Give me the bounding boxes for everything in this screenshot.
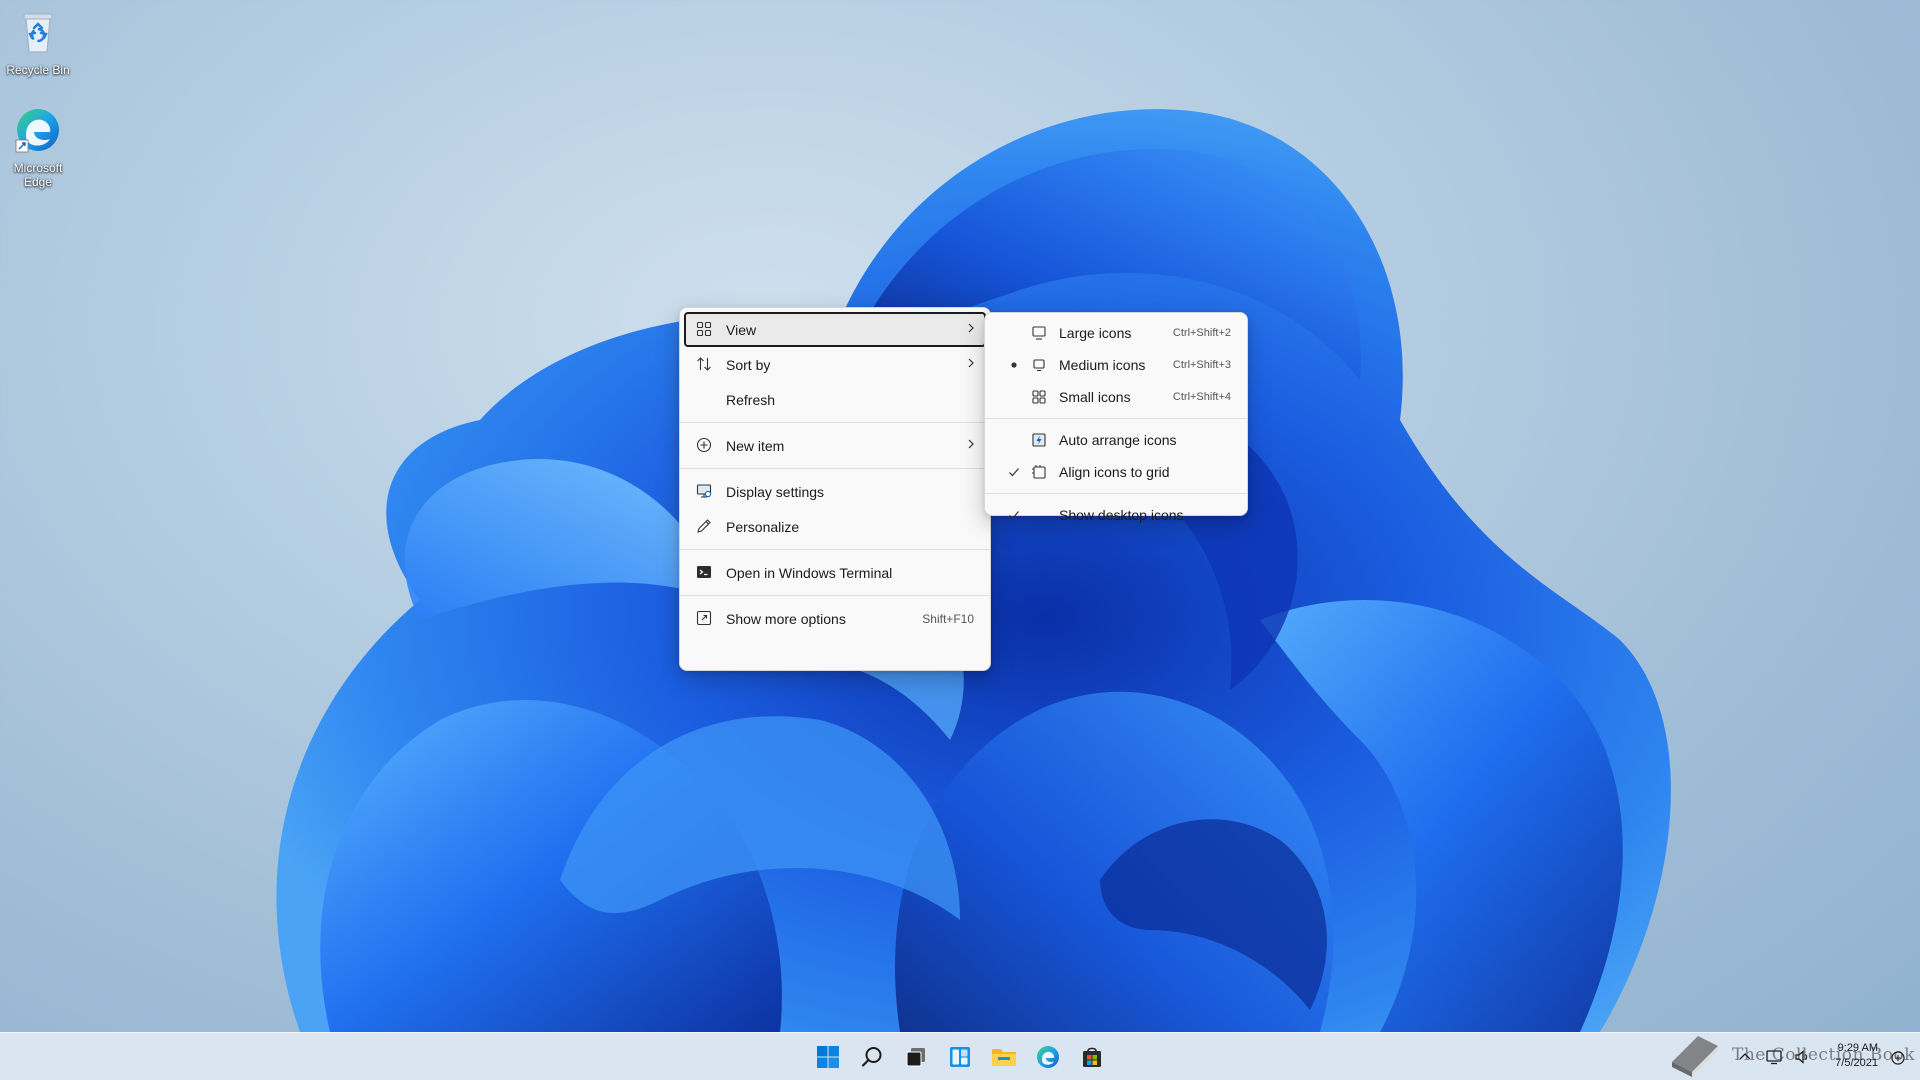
book-icon xyxy=(1672,1036,1718,1077)
task-view-button[interactable] xyxy=(898,1041,934,1073)
selected-dot-icon xyxy=(1011,362,1017,368)
checkmark-icon xyxy=(1009,511,1019,520)
align-grid-icon xyxy=(1032,465,1046,479)
menu-item-new-item[interactable]: New item xyxy=(684,428,986,463)
submenu-item-label: Small icons xyxy=(1059,389,1131,405)
menu-item-label: Display settings xyxy=(726,483,825,500)
file-explorer-button[interactable] xyxy=(986,1041,1022,1073)
view-grid-icon xyxy=(696,321,712,337)
desktop-icon-microsoft-edge[interactable]: Microsoft Edge xyxy=(0,106,76,189)
submenu-item-label: Large icons xyxy=(1059,325,1132,341)
menu-item-refresh[interactable]: Refresh xyxy=(684,382,986,417)
menu-item-shortcut: Shift+F10 xyxy=(922,611,974,626)
terminal-icon xyxy=(697,566,711,578)
submenu-item-large-icons[interactable]: Large icons Ctrl+Shift+2 xyxy=(989,317,1243,349)
menu-item-label: Personalize xyxy=(726,518,800,535)
start-button[interactable] xyxy=(810,1041,846,1073)
chevron-right-icon xyxy=(968,358,974,368)
desktop-icon-label: Microsoft Edge xyxy=(13,161,63,189)
menu-item-view[interactable]: View xyxy=(684,312,986,347)
submenu-item-shortcut: Ctrl+Shift+3 xyxy=(1172,359,1231,371)
submenu-separator xyxy=(985,418,1247,419)
monitor-icon xyxy=(1033,359,1045,372)
watermark-text: The Collection Book xyxy=(1732,1045,1916,1065)
chevron-right-icon xyxy=(968,323,974,333)
file-explorer-icon xyxy=(992,1049,1016,1066)
submenu-item-shortcut: Ctrl+Shift+4 xyxy=(1172,391,1231,403)
menu-separator xyxy=(680,422,990,423)
submenu-item-align-icons-to-grid[interactable]: Align icons to grid xyxy=(989,456,1243,488)
desktop-context-menu: View Sort by Refresh New item Display se… xyxy=(679,307,991,671)
widgets-icon xyxy=(950,1047,970,1067)
submenu-item-label: Medium icons xyxy=(1059,357,1146,373)
start-icon xyxy=(817,1046,839,1068)
display-icon xyxy=(696,484,712,498)
checkmark-icon xyxy=(1009,468,1019,477)
taskbar: 9:29 AM 7/5/2021 xyxy=(0,1032,1920,1080)
menu-item-label: Sort by xyxy=(726,356,771,373)
monitor-icon xyxy=(1032,326,1046,340)
task-view-icon xyxy=(906,1048,925,1067)
submenu-item-label: Align icons to grid xyxy=(1059,464,1170,480)
pen-icon xyxy=(697,519,711,533)
menu-item-open-in-windows-terminal[interactable]: Open in Windows Terminal xyxy=(684,555,986,590)
store-button[interactable] xyxy=(1074,1041,1110,1073)
menu-item-show-more-options[interactable]: Show more options Shift+F10 xyxy=(684,601,986,636)
watermark: The Collection Book xyxy=(1668,1030,1915,1080)
edge-taskbar-button[interactable] xyxy=(1030,1041,1066,1073)
menu-item-label: View xyxy=(726,321,757,338)
sort-arrows-icon xyxy=(697,357,711,371)
submenu-item-label: Auto arrange icons xyxy=(1059,432,1177,448)
search-icon xyxy=(861,1047,882,1067)
view-submenu: Large icons Ctrl+Shift+2 Medium icons Ct… xyxy=(984,312,1248,523)
more-options-icon xyxy=(696,610,712,626)
edge-icon xyxy=(1037,1046,1059,1068)
menu-item-sort-by[interactable]: Sort by xyxy=(684,347,986,382)
menu-separator xyxy=(680,468,990,469)
search-button[interactable] xyxy=(854,1041,890,1073)
chevron-right-icon xyxy=(968,439,974,449)
menu-item-label: New item xyxy=(726,437,785,454)
edge-icon xyxy=(15,109,59,153)
store-icon xyxy=(1083,1047,1101,1067)
submenu-item-label: Show desktop icons xyxy=(1059,507,1184,523)
recycle-bin-icon xyxy=(23,13,53,53)
submenu-item-medium-icons[interactable]: Medium icons Ctrl+Shift+3 xyxy=(989,349,1243,381)
plus-circle-icon xyxy=(696,437,712,453)
desktop-icon-recycle-bin[interactable]: Recycle Bin xyxy=(0,8,76,77)
desktop-icon-label: Recycle Bin xyxy=(6,63,70,77)
menu-separator xyxy=(680,595,990,596)
menu-separator xyxy=(680,549,990,550)
submenu-item-show-desktop-icons[interactable]: Show desktop icons xyxy=(989,499,1243,531)
widgets-button[interactable] xyxy=(942,1041,978,1073)
submenu-item-auto-arrange-icons[interactable]: Auto arrange icons xyxy=(989,424,1243,456)
small-grid-icon xyxy=(1032,390,1046,404)
menu-item-label: Open in Windows Terminal xyxy=(726,564,893,581)
menu-item-label: Refresh xyxy=(726,391,776,408)
submenu-item-small-icons[interactable]: Small icons Ctrl+Shift+4 xyxy=(989,381,1243,413)
menu-item-label: Show more options xyxy=(726,610,846,627)
menu-item-display-settings[interactable]: Display settings xyxy=(684,474,986,509)
submenu-item-shortcut: Ctrl+Shift+2 xyxy=(1172,327,1231,339)
auto-arrange-icon xyxy=(1032,433,1046,447)
submenu-separator xyxy=(985,493,1247,494)
menu-item-personalize[interactable]: Personalize xyxy=(684,509,986,544)
